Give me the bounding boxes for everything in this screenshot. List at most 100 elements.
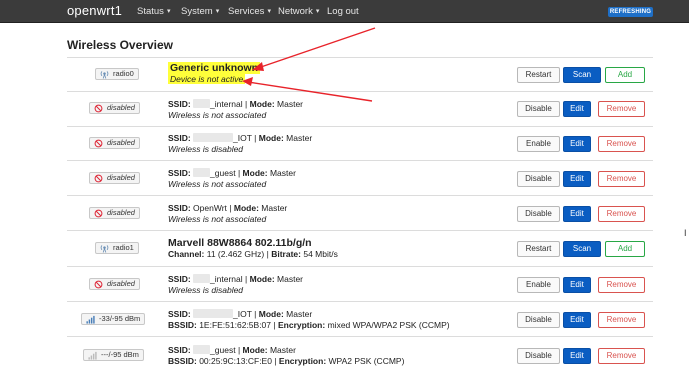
- radio-badge: radio0: [95, 68, 139, 80]
- mode-label: Mode:: [242, 345, 268, 355]
- radio-tower-icon: [100, 245, 109, 253]
- ssid-label: SSID:: [168, 345, 191, 355]
- mode-label: Mode:: [258, 133, 284, 143]
- mode-label: Mode:: [233, 203, 259, 213]
- radio-badge: radio1: [95, 242, 139, 254]
- ssid-value: _internal: [210, 99, 243, 109]
- disabled-signal-icon: [94, 209, 103, 218]
- disabled-signal-icon: [94, 174, 103, 183]
- chevron-down-icon: ▾: [267, 8, 271, 15]
- edit-button[interactable]: Edit: [563, 101, 591, 117]
- remove-button[interactable]: Remove: [598, 136, 645, 152]
- encryption-value: mixed WPA/WPA2 PSK (CCMP): [327, 320, 450, 330]
- network-status: Wireless is disabled: [168, 144, 244, 154]
- mode-label: Mode:: [258, 309, 284, 319]
- add-button[interactable]: Add: [605, 67, 645, 83]
- wireless-overview-table: radio0 Generic unknown Device is not act…: [67, 57, 653, 384]
- mode-value: Master: [269, 345, 296, 355]
- remove-button[interactable]: Remove: [598, 312, 645, 328]
- disable-button[interactable]: Disable: [517, 312, 560, 328]
- network-row: ---/-95 dBm SSID: _guest | Mode: Master …: [67, 336, 653, 384]
- network-badge: disabled: [89, 102, 140, 114]
- edit-button[interactable]: Edit: [563, 171, 591, 187]
- ssid-label: SSID:: [168, 168, 191, 178]
- network-badge: disabled: [89, 137, 140, 149]
- ssid-label: SSID:: [168, 133, 191, 143]
- redacted-ssid: [193, 99, 211, 108]
- mode-value: Master: [261, 203, 288, 213]
- network-row: disabled SSID: _internal | Mode: Master …: [67, 266, 653, 301]
- bitrate-value: 54 Mbit/s: [303, 249, 338, 259]
- menu-system[interactable]: System ▾: [181, 6, 219, 17]
- menu-network[interactable]: Network ▾: [278, 6, 319, 17]
- scan-button[interactable]: Scan: [563, 67, 601, 83]
- bssid-value: 00:25:9C:13:CF:E0: [199, 356, 272, 366]
- device-name: Marvell 88W8864 802.11b/g/n: [168, 237, 312, 249]
- redacted-ssid: [193, 133, 234, 142]
- remove-button[interactable]: Remove: [598, 206, 645, 222]
- redacted-ssid: [193, 345, 211, 354]
- add-button[interactable]: Add: [605, 241, 645, 257]
- chevron-down-icon: ▾: [166, 8, 171, 15]
- channel-value: 11 (2.462 GHz): [206, 249, 265, 259]
- disabled-signal-icon: [94, 104, 103, 113]
- encryption-label: Encryption:: [277, 320, 326, 330]
- enable-button[interactable]: Enable: [517, 136, 560, 152]
- remove-button[interactable]: Remove: [598, 277, 645, 293]
- mode-value: Master: [277, 274, 304, 284]
- mode-label: Mode:: [249, 274, 275, 284]
- restart-button[interactable]: Restart: [517, 67, 560, 83]
- disabled-signal-icon: [94, 139, 103, 148]
- bitrate-label: Bitrate:: [271, 249, 301, 259]
- brand-hostname[interactable]: openwrt1: [67, 3, 122, 18]
- network-status: Wireless is not associated: [168, 214, 267, 224]
- signal-badge: -33/-95 dBm: [81, 313, 146, 325]
- page-title: Wireless Overview: [67, 38, 173, 52]
- device-status: Device is not active: [168, 74, 246, 84]
- device-name: Generic unknown: [168, 62, 261, 74]
- bssid-label: BSSID:: [168, 356, 197, 366]
- restart-button[interactable]: Restart: [517, 241, 560, 257]
- edit-button[interactable]: Edit: [563, 348, 591, 364]
- ssid-value: _IOT: [233, 309, 252, 319]
- network-status: Wireless is not associated: [168, 110, 267, 120]
- signal-badge: ---/-95 dBm: [83, 349, 144, 361]
- network-row: disabled SSID: _internal | Mode: Master …: [67, 91, 653, 126]
- ssid-value: _IOT: [233, 133, 252, 143]
- menu-services[interactable]: Services ▾: [228, 6, 271, 17]
- remove-button[interactable]: Remove: [598, 348, 645, 364]
- redacted-ssid: [193, 309, 234, 318]
- disable-button[interactable]: Disable: [517, 206, 560, 222]
- network-status: Wireless is not associated: [168, 179, 267, 189]
- bssid-value: 1E:FE:51:62:5B:07: [199, 320, 272, 330]
- network-status: Wireless is disabled: [168, 285, 244, 295]
- refreshing-badge[interactable]: REFRESHING: [608, 7, 653, 17]
- encryption-value: WPA2 PSK (CCMP): [328, 356, 405, 366]
- edit-button[interactable]: Edit: [563, 206, 591, 222]
- network-badge: disabled: [89, 207, 140, 219]
- signal-bars-icon: [88, 351, 97, 360]
- disable-button[interactable]: Disable: [517, 101, 560, 117]
- top-navigation-bar: openwrt1 Status ▾ System ▾ Services ▾ Netwo…: [0, 0, 689, 23]
- edit-button[interactable]: Edit: [563, 136, 591, 152]
- channel-label: Channel:: [168, 249, 205, 259]
- disabled-signal-icon: [94, 280, 103, 289]
- remove-button[interactable]: Remove: [598, 101, 645, 117]
- enable-button[interactable]: Enable: [517, 277, 560, 293]
- edit-button[interactable]: Edit: [563, 277, 591, 293]
- mode-label: Mode:: [249, 99, 275, 109]
- disable-button[interactable]: Disable: [517, 171, 560, 187]
- bssid-label: BSSID:: [168, 320, 197, 330]
- signal-bars-icon: [86, 315, 95, 324]
- disable-button[interactable]: Disable: [517, 348, 560, 364]
- edit-button[interactable]: Edit: [563, 312, 591, 328]
- mode-value: Master: [286, 309, 313, 319]
- menu-status[interactable]: Status ▾: [137, 6, 170, 17]
- ssid-label: SSID:: [168, 99, 191, 109]
- ssid-value: _guest: [210, 168, 236, 178]
- scan-button[interactable]: Scan: [563, 241, 601, 257]
- menu-logout[interactable]: Log out: [327, 6, 359, 17]
- network-row: -33/-95 dBm SSID: _IOT | Mode: Master BS…: [67, 301, 653, 336]
- ssid-label: SSID:: [168, 203, 191, 213]
- remove-button[interactable]: Remove: [598, 171, 645, 187]
